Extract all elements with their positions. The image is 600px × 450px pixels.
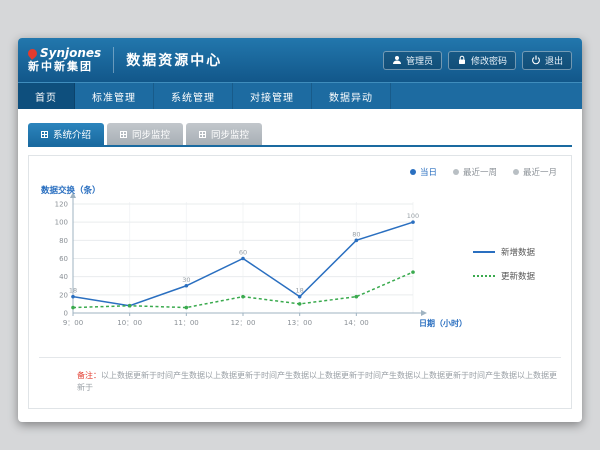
svg-text:20: 20 (59, 291, 68, 299)
page-title: 数据资源中心 (126, 50, 222, 70)
grid-icon (41, 131, 48, 138)
tab-bar: 系统介绍 同步监控 同步监控 (18, 109, 582, 145)
logout-button[interactable]: 退出 (522, 51, 572, 70)
admin-button-label: 管理员 (406, 54, 433, 67)
radio-dot-icon (453, 169, 459, 175)
user-icon (392, 55, 402, 65)
power-icon (531, 55, 541, 65)
svg-text:10：00: 10：00 (117, 319, 142, 327)
line-chart: 0 20 40 60 80 100 120 9：00 10：00 11：00 12：00 13：00 1… (39, 184, 469, 343)
app-header: Synjones 新中新集团 数据资源中心 管理员 修改密码 (18, 38, 582, 82)
nav-item-system-mgmt[interactable]: 系统管理 (154, 83, 233, 109)
svg-text:14：00: 14：00 (344, 319, 369, 327)
logo-subtitle: 新中新集团 (28, 61, 101, 74)
svg-text:80: 80 (352, 230, 360, 238)
tab-underline (28, 145, 572, 147)
nav-item-data-changes[interactable]: 数据异动 (312, 83, 391, 109)
legend-item-new-data: 新增数据 (473, 246, 561, 258)
time-filters: 当日 最近一周 最近一月 (410, 166, 557, 178)
svg-text:18: 18 (296, 287, 304, 295)
filter-today[interactable]: 当日 (410, 166, 437, 178)
header-actions: 管理员 修改密码 退出 (383, 51, 572, 70)
chart-row: 0 20 40 60 80 100 120 9：00 10：00 11：00 12：00 13：00 1… (39, 184, 561, 343)
svg-text:100: 100 (407, 212, 419, 220)
svg-text:60: 60 (59, 255, 68, 263)
logo: Synjones 新中新集团 (28, 47, 101, 73)
grid-icon (199, 131, 206, 138)
grid-icon (120, 131, 127, 138)
radio-dot-icon (513, 169, 519, 175)
svg-text:100: 100 (55, 219, 68, 227)
filter-last-week[interactable]: 最近一周 (453, 166, 497, 178)
svg-text:日期（小时）: 日期（小时） (419, 318, 467, 328)
svg-text:30: 30 (182, 276, 190, 284)
svg-text:13：00: 13：00 (287, 319, 312, 327)
legend-label: 新增数据 (501, 246, 535, 258)
logo-icon (26, 47, 39, 60)
filter-label: 最近一周 (463, 166, 497, 178)
legend-item-updated-data: 更新数据 (473, 270, 561, 282)
change-password-label: 修改密码 (471, 54, 507, 67)
svg-text:9：00: 9：00 (63, 319, 83, 327)
chart-panel: 当日 最近一周 最近一月 0 20 40 60 80 100 120 9：00 10：00 11：… (28, 155, 572, 409)
filter-label: 当日 (420, 166, 437, 178)
solid-line-icon (473, 251, 495, 253)
header-divider (113, 47, 114, 73)
tab-system-intro[interactable]: 系统介绍 (28, 123, 104, 145)
nav-item-connection-mgmt[interactable]: 对接管理 (233, 83, 312, 109)
svg-text:40: 40 (59, 273, 68, 281)
footnote-text: 以上数据更新于时间产生数据以上数据更新于时间产生数据以上数据更新于时间产生数据以… (77, 371, 557, 392)
radio-dot-icon (410, 169, 416, 175)
dotted-line-icon (473, 275, 495, 277)
tab-sync-monitor-2[interactable]: 同步监控 (186, 123, 262, 145)
logo-text: Synjones (40, 47, 101, 61)
svg-text:80: 80 (59, 237, 68, 245)
filter-last-month[interactable]: 最近一月 (513, 166, 557, 178)
app-window: Synjones 新中新集团 数据资源中心 管理员 修改密码 (18, 38, 582, 422)
svg-text:120: 120 (55, 201, 68, 209)
svg-text:12：00: 12：00 (231, 319, 256, 327)
chart-legend: 新增数据 更新数据 (469, 184, 561, 343)
legend-label: 更新数据 (501, 270, 535, 282)
svg-text:18: 18 (69, 287, 77, 295)
logout-label: 退出 (545, 54, 563, 67)
lock-icon (457, 55, 467, 65)
tab-sync-monitor-1[interactable]: 同步监控 (107, 123, 183, 145)
footnote: 备注：以上数据更新于时间产生数据以上数据更新于时间产生数据以上数据更新于时间产生… (39, 357, 561, 398)
svg-text:60: 60 (239, 249, 247, 257)
nav-item-standard-mgmt[interactable]: 标准管理 (75, 83, 154, 109)
logo-top: Synjones (28, 47, 101, 61)
main-nav: 首页 标准管理 系统管理 对接管理 数据异动 (18, 82, 582, 109)
filter-label: 最近一月 (523, 166, 557, 178)
svg-text:11：00: 11：00 (174, 319, 199, 327)
tab-label: 同步监控 (132, 127, 170, 141)
footnote-label: 备注： (77, 371, 101, 380)
change-password-button[interactable]: 修改密码 (448, 51, 516, 70)
nav-item-home[interactable]: 首页 (18, 83, 75, 109)
tab-label: 系统介绍 (53, 127, 91, 141)
svg-text:数据交换（条）: 数据交换（条） (41, 185, 101, 196)
tab-label: 同步监控 (211, 127, 249, 141)
svg-text:0: 0 (64, 310, 68, 318)
admin-button[interactable]: 管理员 (383, 51, 442, 70)
